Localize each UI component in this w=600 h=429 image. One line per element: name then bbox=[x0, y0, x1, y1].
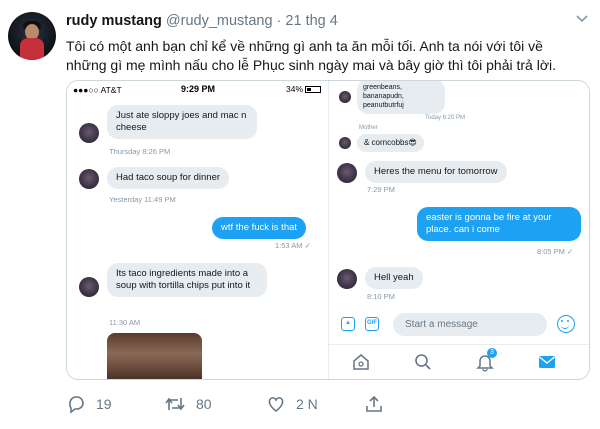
reply-button[interactable]: 19 bbox=[66, 393, 112, 415]
message-timestamp: Thursday 8:26 PM bbox=[109, 147, 171, 156]
share-button[interactable] bbox=[364, 393, 394, 415]
contact-avatar bbox=[337, 163, 357, 183]
message-timestamp: 7:29 PM bbox=[367, 185, 395, 194]
contact-avatar bbox=[337, 269, 357, 289]
message-composer: ▲ GIF Start a message bbox=[341, 313, 581, 337]
separator: · bbox=[276, 13, 282, 29]
image-icon[interactable]: ▲ bbox=[341, 317, 355, 331]
search-icon[interactable] bbox=[413, 352, 433, 372]
reply-count: 19 bbox=[96, 396, 112, 412]
battery-percent: 34% bbox=[285, 84, 303, 94]
retweet-icon bbox=[165, 397, 185, 411]
tweet: rudy mustang @rudy_mustang · 21 thg 4 Tô… bbox=[0, 0, 600, 429]
notifications-icon[interactable]: 3 bbox=[475, 348, 497, 372]
bottom-tab-bar: 3 bbox=[329, 344, 589, 379]
chevron-down-icon[interactable] bbox=[575, 12, 589, 27]
message-timestamp: 11:30 AM bbox=[109, 318, 141, 327]
message-bubble-in: greenbeans, bananapudn, peanutbutrfuj bbox=[357, 81, 445, 114]
message-bubble-in: Its taco ingredients made into a soup wi… bbox=[107, 263, 267, 297]
retweet-count: 80 bbox=[196, 396, 212, 412]
message-bubble-out: wtf the fuck is that bbox=[212, 217, 307, 239]
messages-icon[interactable] bbox=[537, 352, 557, 372]
message-input[interactable]: Start a message bbox=[393, 313, 547, 336]
notifications-badge: 3 bbox=[487, 348, 497, 358]
shared-photo bbox=[107, 333, 202, 379]
message-bubble-out: easter is gonna be fire at your place. c… bbox=[417, 207, 581, 241]
emoji-icon[interactable] bbox=[557, 315, 575, 333]
tweet-media[interactable]: ●●●○○ AT&T 9:29 PM 34% Just ate sloppy j… bbox=[66, 80, 590, 380]
contact-avatar bbox=[339, 137, 351, 149]
tweet-header: rudy mustang @rudy_mustang · 21 thg 4 bbox=[66, 13, 338, 29]
message-timestamp: 8:05 PM ✓ bbox=[537, 247, 574, 256]
share-icon bbox=[366, 395, 382, 412]
message-timestamp: 8:10 PM bbox=[367, 292, 395, 301]
author-name[interactable]: rudy mustang bbox=[66, 13, 162, 29]
author-handle[interactable]: @rudy_mustang bbox=[166, 13, 273, 29]
dm-screenshot-right: greenbeans, bananapudn, peanutbutrfuj To… bbox=[329, 81, 589, 379]
heart-icon bbox=[268, 397, 284, 413]
retweet-button[interactable]: 80 bbox=[164, 393, 212, 415]
message-bubble-in: & corncobbs😎 bbox=[357, 134, 424, 152]
message-timestamp: 1:53 AM ✓ bbox=[275, 241, 311, 250]
tweet-text: Tôi có một anh bạn chỉ kể về những gì an… bbox=[66, 38, 556, 73]
tweet-actions: 19 80 2 N bbox=[66, 393, 586, 417]
message-bubble-in: Just ate sloppy joes and mac n cheese bbox=[107, 105, 257, 139]
battery-indicator: 34% bbox=[286, 84, 321, 94]
battery-icon bbox=[305, 86, 321, 94]
contact-avatar bbox=[79, 123, 99, 143]
message-bubble-in: Hell yeah bbox=[365, 267, 423, 289]
reply-icon bbox=[69, 396, 84, 414]
gif-icon[interactable]: GIF bbox=[365, 317, 379, 331]
home-icon[interactable] bbox=[351, 352, 371, 372]
author-avatar[interactable] bbox=[8, 12, 56, 60]
like-count: 2 N bbox=[296, 396, 318, 412]
message-bubble-in: Had taco soup for dinner bbox=[107, 167, 230, 189]
contact-avatar bbox=[79, 277, 99, 297]
like-button[interactable]: 2 N bbox=[266, 393, 318, 415]
dm-screenshot-left: ●●●○○ AT&T 9:29 PM 34% Just ate sloppy j… bbox=[67, 81, 329, 379]
message-bubble-in: Heres the menu for tomorrow bbox=[365, 161, 507, 183]
message-timestamp: Yesterday 11:49 PM bbox=[109, 195, 176, 204]
tweet-date[interactable]: 21 thg 4 bbox=[285, 13, 337, 29]
phone-status-bar: ●●●○○ AT&T 9:29 PM 34% bbox=[67, 81, 328, 98]
contact-avatar bbox=[339, 91, 351, 103]
message-timestamp: Today 6:20 PM bbox=[425, 115, 466, 121]
sender-label: Mother bbox=[359, 125, 378, 131]
contact-avatar bbox=[79, 169, 99, 189]
